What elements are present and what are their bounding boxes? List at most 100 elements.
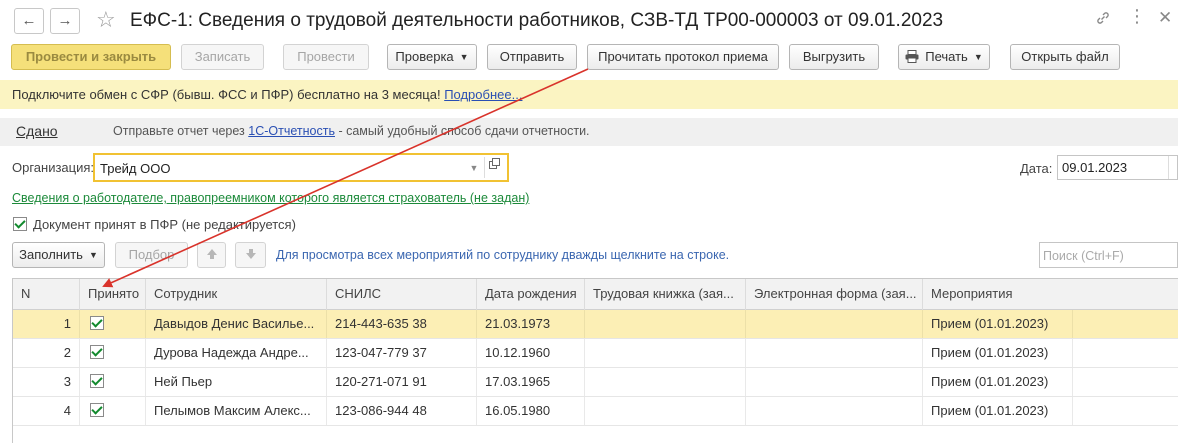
column-header-snils[interactable]: СНИЛС [327, 279, 477, 310]
events-cell: Прием (01.01.2023) [923, 368, 1073, 396]
organization-field[interactable]: ▼ [93, 153, 509, 182]
work-book-cell [585, 397, 746, 425]
column-header-accepted[interactable]: Принято [80, 279, 146, 310]
employee-cell: Дурова Надежда Андре... [146, 339, 327, 367]
accepted-cell [80, 339, 146, 367]
table-row[interactable]: 1 Давыдов Денис Василье... 214-443-635 3… [13, 310, 1178, 339]
electronic-form-cell [746, 368, 923, 396]
row-number: 2 [13, 339, 80, 367]
birth-date-cell: 21.03.1973 [477, 310, 585, 338]
row-number: 1 [13, 310, 80, 338]
date-field[interactable] [1057, 155, 1178, 180]
read-protocol-button[interactable]: Прочитать протокол приема [587, 44, 779, 70]
search-input[interactable] [1043, 247, 1173, 264]
row-accepted-checkbox[interactable] [90, 374, 104, 388]
employee-cell: Давыдов Денис Василье... [146, 310, 327, 338]
status-text-after: - самый удобный способ сдачи отчетности. [338, 124, 590, 138]
open-form-icon[interactable] [489, 158, 500, 172]
chevron-down-icon: ▼ [88, 250, 98, 260]
status-hint: Отправьте отчет через 1С-Отчетность - са… [113, 124, 590, 138]
field-divider [1168, 156, 1169, 179]
date-label: Дата: [1020, 161, 1053, 176]
row-accepted-checkbox[interactable] [90, 316, 104, 330]
snils-cell: 120-271-071 91 [327, 368, 477, 396]
promo-banner: Подключите обмен с СФР (бывш. ФСС и ПФР)… [0, 80, 1178, 109]
print-label: Печать [925, 49, 968, 64]
row-number: 4 [13, 397, 80, 425]
table-row[interactable]: 4 Пелымов Максим Алекс... 123-086-944 48… [13, 397, 1178, 426]
column-header-birth-date[interactable]: Дата рождения [477, 279, 585, 310]
snils-cell: 123-047-779 37 [327, 339, 477, 367]
birth-date-cell: 10.12.1960 [477, 339, 585, 367]
1c-reporting-link[interactable]: 1С-Отчетность [248, 124, 335, 138]
row-accepted-checkbox[interactable] [90, 345, 104, 359]
work-book-cell [585, 310, 746, 338]
chevron-down-icon: ▼ [973, 52, 983, 62]
work-book-cell [585, 368, 746, 396]
table-row[interactable]: 2 Дурова Надежда Андре... 123-047-779 37… [13, 339, 1178, 368]
row-accepted-checkbox[interactable] [90, 403, 104, 417]
export-button[interactable]: Выгрузить [789, 44, 879, 70]
post-button[interactable]: Провести [283, 44, 369, 70]
open-file-button[interactable]: Открыть файл [1010, 44, 1120, 70]
accepted-checkbox[interactable] [13, 217, 27, 231]
row-number: 3 [13, 368, 80, 396]
date-input[interactable] [1062, 159, 1166, 176]
column-header-electronic-form[interactable]: Электронная форма (зая... [746, 279, 923, 310]
search-field[interactable] [1039, 242, 1178, 268]
table-row[interactable]: 3 Ней Пьер 120-271-071 91 17.03.1965 При… [13, 368, 1178, 397]
table-hint: Для просмотра всех мероприятий по сотруд… [276, 248, 730, 262]
link-icon[interactable] [1095, 10, 1111, 31]
snils-cell: 214-443-635 38 [327, 310, 477, 338]
title-bar: ← → ☆ ЕФС-1: Сведения о трудовой деятель… [0, 0, 1178, 42]
electronic-form-cell [746, 339, 923, 367]
select-button[interactable]: Подбор [115, 242, 188, 268]
employee-cell: Ней Пьер [146, 368, 327, 396]
birth-date-cell: 16.05.1980 [477, 397, 585, 425]
events-cell: Прием (01.01.2023) [923, 310, 1073, 338]
employer-info-link[interactable]: Сведения о работодателе, правопреемником… [12, 191, 529, 205]
column-header-events[interactable]: Мероприятия [923, 279, 1178, 310]
fill-label: Заполнить [19, 247, 83, 262]
table-header: N Принято Сотрудник СНИЛС Дата рождения … [13, 279, 1178, 310]
accepted-cell [80, 397, 146, 425]
employees-table: N Принято Сотрудник СНИЛС Дата рождения … [12, 278, 1178, 443]
events-cell: Прием (01.01.2023) [923, 397, 1073, 425]
check-button[interactable]: Проверка ▼ [387, 44, 477, 70]
arrow-left-icon[interactable]: ← [14, 8, 44, 34]
banner-text: Подключите обмен с СФР (бывш. ФСС и ПФР)… [12, 87, 441, 102]
organization-input[interactable] [100, 159, 460, 178]
arrow-down-icon [245, 247, 257, 262]
electronic-form-cell [746, 310, 923, 338]
move-down-button[interactable] [235, 242, 266, 268]
star-icon[interactable]: ☆ [96, 6, 116, 34]
post-and-close-button[interactable]: Провести и закрыть [11, 44, 171, 70]
banner-more-link[interactable]: Подробнее... [444, 87, 522, 102]
save-button[interactable]: Записать [181, 44, 264, 70]
column-header-work-book[interactable]: Трудовая книжка (зая... [585, 279, 746, 310]
chevron-down-icon[interactable]: ▼ [466, 159, 482, 178]
work-book-cell [585, 339, 746, 367]
check-label: Проверка [395, 49, 454, 64]
more-icon[interactable]: ⋮ [1128, 6, 1146, 27]
send-button[interactable]: Отправить [487, 44, 577, 70]
fill-button[interactable]: Заполнить ▼ [12, 242, 105, 268]
move-up-button[interactable] [197, 242, 226, 268]
status-text-before: Отправьте отчет через [113, 124, 245, 138]
report-status-panel: Сдано Отправьте отчет через 1С-Отчетност… [0, 118, 1178, 146]
report-status-link[interactable]: Сдано [16, 123, 58, 139]
accepted-checkbox-label: Документ принят в ПФР (не редактируется) [33, 217, 296, 232]
snils-cell: 123-086-944 48 [327, 397, 477, 425]
accepted-cell [80, 310, 146, 338]
birth-date-cell: 17.03.1965 [477, 368, 585, 396]
field-divider [484, 157, 485, 178]
electronic-form-cell [746, 397, 923, 425]
column-header-n[interactable]: N [13, 279, 80, 310]
events-cell: Прием (01.01.2023) [923, 339, 1073, 367]
column-header-employee[interactable]: Сотрудник [146, 279, 327, 310]
arrow-right-icon[interactable]: → [50, 8, 80, 34]
print-button[interactable]: Печать ▼ [898, 44, 990, 70]
printer-icon [905, 47, 919, 71]
close-icon[interactable]: ✕ [1158, 8, 1172, 28]
window-title: ЕФС-1: Сведения о трудовой деятельности … [130, 10, 944, 31]
